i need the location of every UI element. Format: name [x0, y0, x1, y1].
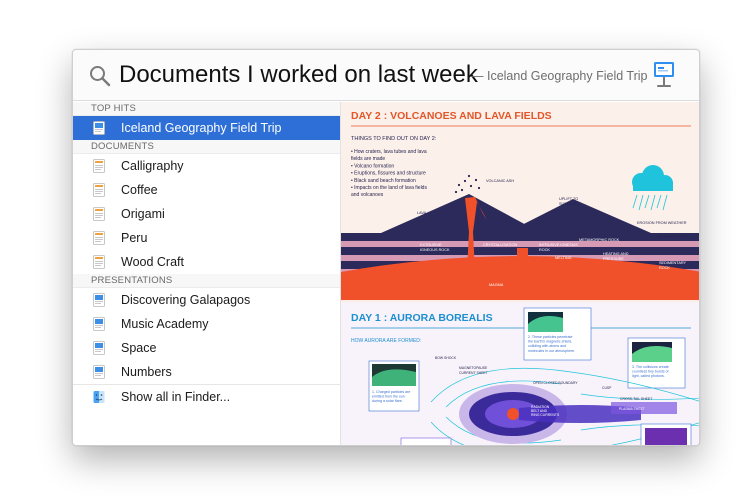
aurora-step1-text: emitted from the sun [372, 395, 405, 399]
result-label: Discovering Galapagos [121, 293, 251, 307]
result-label: Music Academy [121, 317, 209, 331]
day2-subtitle: THINGS TO FIND OUT ON DAY 2: [351, 136, 437, 142]
keynote-icon [654, 62, 674, 87]
svg-text:EXTRUSIVE: EXTRUSIVE [420, 243, 442, 247]
svg-text:MAGMA: MAGMA [489, 283, 504, 287]
show-all-label: Show all in Finder... [121, 390, 231, 404]
svg-text:CUSP: CUSP [602, 386, 612, 390]
keynote-document-icon [93, 365, 105, 379]
result-item-peru[interactable]: Peru [73, 226, 340, 250]
result-label: Origami [121, 207, 165, 221]
pages-document-icon [93, 183, 105, 197]
search-bar[interactable]: Documents I worked on last week — Icelan… [73, 50, 699, 101]
result-item-discovering-galapagos[interactable]: Discovering Galapagos [73, 288, 340, 312]
results-list: TOP HITS Iceland Geography Field Trip DO… [73, 102, 340, 445]
svg-text:SURFACE: SURFACE [559, 202, 577, 206]
keynote-document-icon [93, 341, 105, 355]
day2-bullet: • Black sand beach formation [351, 178, 416, 184]
aurora-step2-text: molecules in our atmosphere. [528, 349, 575, 353]
svg-text:LAVA: LAVA [417, 211, 427, 215]
day2-bullet: fields are made [351, 156, 385, 162]
day1-title: DAY 1 : AURORA BOREALIS [351, 312, 493, 324]
svg-text:CRYSTALLISATION: CRYSTALLISATION [483, 243, 517, 247]
result-label: Numbers [121, 365, 172, 379]
result-item-space[interactable]: Space [73, 336, 340, 360]
pages-document-icon [93, 255, 105, 269]
section-header-top-hits: TOP HITS [73, 102, 340, 116]
aurora-step2-text: the Earth's magnetic shield, [528, 340, 572, 344]
svg-text:UPLIFT TO: UPLIFT TO [559, 197, 578, 201]
pages-document-icon [93, 231, 105, 245]
aurora-step1-text: during a solar flare. [372, 399, 403, 403]
pages-document-icon [93, 159, 105, 173]
svg-text:SEDIMENTATION: SEDIMENTATION [657, 235, 688, 239]
svg-text:PRESSURE: PRESSURE [603, 257, 624, 261]
result-item-wood-craft[interactable]: Wood Craft [73, 250, 340, 274]
result-item-coffee[interactable]: Coffee [73, 178, 340, 202]
result-item-iceland-geography-field-trip[interactable]: Iceland Geography Field Trip [73, 116, 340, 140]
pages-document-icon [93, 207, 105, 221]
svg-text:IGNEOUS ROCK: IGNEOUS ROCK [420, 248, 450, 252]
day2-bullet: • Eruptions, fissures and structure [351, 171, 426, 177]
day2-title: DAY 2 : VOLCANOES AND LAVA FIELDS [351, 110, 552, 122]
svg-text:HEATING AND: HEATING AND [603, 252, 629, 256]
spotlight-window: Documents I worked on last week — Icelan… [72, 49, 700, 446]
result-item-calligraphy[interactable]: Calligraphy [73, 154, 340, 178]
result-label: Calligraphy [121, 159, 184, 173]
svg-text:SEDIMENTARY: SEDIMENTARY [659, 261, 687, 265]
search-icon [90, 66, 111, 87]
result-label: Iceland Geography Field Trip [121, 121, 282, 135]
aurora-step3-text: 3. The collisions create [632, 365, 669, 369]
svg-text:PLASMA SHEET: PLASMA SHEET [619, 407, 645, 411]
day2-bullet: and volcanoes [351, 192, 384, 198]
section-header-documents: DOCUMENTS [73, 140, 340, 154]
svg-text:CURRENT SHEET: CURRENT SHEET [459, 371, 488, 375]
day2-bullet: • Volcano formation [351, 163, 394, 169]
preview-pane: DAY 2 : VOLCANOES AND LAVA FIELDS THINGS… [340, 102, 699, 445]
result-item-origami[interactable]: Origami [73, 202, 340, 226]
day2-bullet: • How craters, lava tubes and lava [351, 149, 427, 155]
svg-text:INTRUSIVE IGNEOUS: INTRUSIVE IGNEOUS [539, 243, 578, 247]
top-hit-suggestion: — Iceland Geography Field Trip [471, 69, 648, 83]
aurora-step2-text: colliding with atoms and [528, 344, 566, 348]
aurora-step3-text: countless tiny bursts of [632, 370, 669, 374]
svg-text:VOLCANIC ASH: VOLCANIC ASH [486, 179, 514, 183]
show-all-in-finder-button[interactable]: Show all in Finder... [73, 385, 340, 409]
aurora-step3-text: light, called photons. [632, 374, 665, 378]
finder-icon [93, 391, 105, 403]
aurora-step2-text: 2. These particles penetrate [528, 335, 572, 339]
result-item-numbers[interactable]: Numbers [73, 360, 340, 384]
section-header-presentations: PRESENTATIONS [73, 274, 340, 288]
result-item-music-academy[interactable]: Music Academy [73, 312, 340, 336]
keynote-document-icon [93, 121, 105, 135]
svg-text:METAMORPHIC ROCK: METAMORPHIC ROCK [579, 238, 620, 242]
result-label: Coffee [121, 183, 158, 197]
svg-text:ROCK: ROCK [659, 266, 670, 270]
svg-text:MAGNETOPAUSE: MAGNETOPAUSE [459, 366, 488, 370]
day2-bullet: • Impacts on the land of lava fields [351, 185, 427, 191]
svg-text:CROSS-TAIL SHEET: CROSS-TAIL SHEET [620, 397, 652, 401]
keynote-document-icon [93, 293, 105, 307]
svg-text:OPEN CLOSED BOUNDARY: OPEN CLOSED BOUNDARY [533, 381, 578, 385]
day1-subtitle: HOW AURORA ARE FORMED: [351, 338, 421, 344]
svg-text:MELTING: MELTING [555, 256, 572, 260]
result-label: Wood Craft [121, 255, 184, 269]
result-label: Space [121, 341, 157, 355]
preview-infographic: DAY 2 : VOLCANOES AND LAVA FIELDS THINGS… [341, 102, 699, 445]
svg-text:EROSION FROM WEATHER: EROSION FROM WEATHER [637, 221, 687, 225]
svg-text:RING CURRENTS: RING CURRENTS [531, 413, 560, 417]
svg-text:ROCK: ROCK [539, 248, 550, 252]
keynote-document-icon [93, 317, 105, 331]
aurora-step1-text: 1. Charged particles are [372, 390, 410, 394]
search-input[interactable]: Documents I worked on last week [119, 61, 478, 89]
svg-text:BOW SHOCK: BOW SHOCK [435, 356, 457, 360]
result-label: Peru [121, 231, 148, 245]
